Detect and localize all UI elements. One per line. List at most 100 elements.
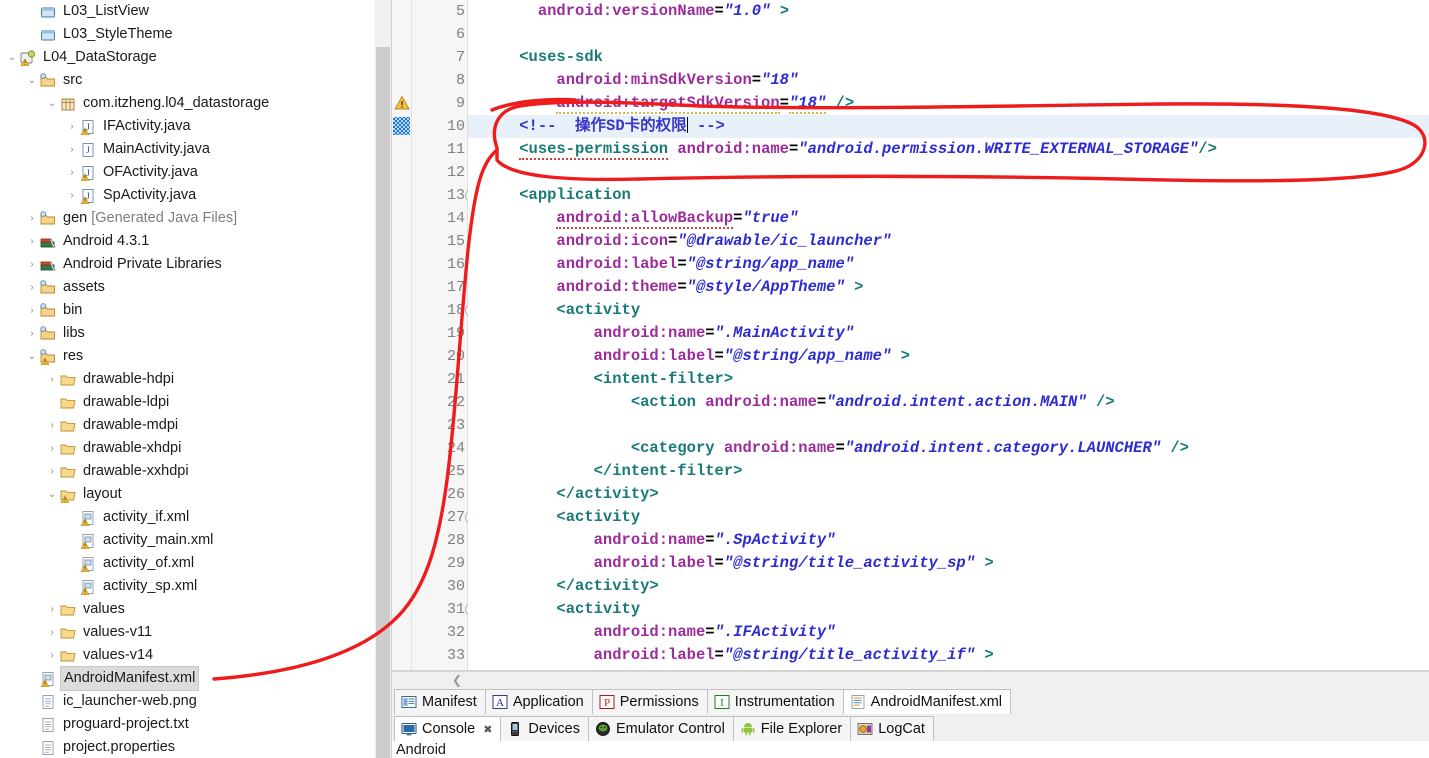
marker-cell-line-10[interactable] (392, 115, 411, 138)
code-line-25[interactable]: </intent-filter> (468, 460, 1429, 483)
chevron-right-icon[interactable]: › (44, 368, 60, 391)
chevron-right-icon[interactable]: › (44, 598, 60, 621)
tree-item-values[interactable]: › values (0, 598, 376, 621)
code-line-27[interactable]: <activity (468, 506, 1429, 529)
marker-cell-line-26[interactable] (392, 483, 411, 506)
tree-item-ofactivity-java[interactable]: › J OFActivity.java (0, 161, 376, 184)
tab-application[interactable]: A Application (484, 689, 593, 715)
editor-code-area[interactable]: android:versionName="1.0" > <uses-sdk an… (468, 0, 1429, 671)
code-line-32[interactable]: android:name=".IFActivity" (468, 621, 1429, 644)
tree-item-libs[interactable]: › libs (0, 322, 376, 345)
code-line-28[interactable]: android:name=".SpActivity" (468, 529, 1429, 552)
marker-cell-line-29[interactable] (392, 552, 411, 575)
marker-cell-line-5[interactable] (392, 0, 411, 23)
code-line-33[interactable]: android:label="@string/title_activity_if… (468, 644, 1429, 667)
code-line-14[interactable]: android:allowBackup="true" (468, 207, 1429, 230)
code-line-13[interactable]: <application (468, 184, 1429, 207)
tree-item-ifactivity-java[interactable]: › J IFActivity.java (0, 115, 376, 138)
code-line-11[interactable]: <uses-permission android:name="android.p… (468, 138, 1429, 161)
tree-item-res[interactable]: ⌄ res (0, 345, 376, 368)
code-line-21[interactable]: <intent-filter> (468, 368, 1429, 391)
project-tree[interactable]: L03_ListView L03_StyleTheme ⌄ L04_DataStora… (0, 0, 376, 758)
editor-marker-bar[interactable] (392, 0, 412, 671)
tree-item-drawable-xxhdpi[interactable]: › drawable-xxhdpi (0, 460, 376, 483)
sidebar-scrollbar-track[interactable] (375, 0, 391, 758)
tree-item-activity-sp-xml[interactable]: activity_sp.xml (0, 575, 376, 598)
chevron-right-icon[interactable]: › (44, 644, 60, 667)
chevron-right-icon[interactable]: › (44, 437, 60, 460)
tab-permissions[interactable]: P Permissions (591, 689, 708, 715)
tree-item-assets[interactable]: › assets (0, 276, 376, 299)
sidebar-scrollbar-thumb[interactable] (376, 47, 390, 758)
code-line-26[interactable]: </activity> (468, 483, 1429, 506)
tree-item-proguard-project-txt[interactable]: proguard-project.txt (0, 713, 376, 736)
chevron-right-icon[interactable]: › (44, 414, 60, 437)
tree-item-android-private-libraries[interactable]: › Android Private Libraries (0, 253, 376, 276)
tree-item-com-itzheng-l04-datastorage[interactable]: ⌄ com.itzheng.l04_datastorage (0, 92, 376, 115)
tree-item-l03-listview[interactable]: L03_ListView (0, 0, 376, 23)
tree-item-layout[interactable]: ⌄ layout (0, 483, 376, 506)
chevron-right-icon[interactable]: › (24, 276, 40, 299)
marker-cell-line-30[interactable] (392, 575, 411, 598)
code-line-8[interactable]: android:minSdkVersion="18" (468, 69, 1429, 92)
tree-item-activity-main-xml[interactable]: activity_main.xml (0, 529, 376, 552)
marker-cell-line-33[interactable] (392, 644, 411, 667)
chevron-right-icon[interactable]: › (44, 621, 60, 644)
tree-item-spactivity-java[interactable]: › J SpActivity.java (0, 184, 376, 207)
chevron-right-icon[interactable]: › (64, 115, 80, 138)
code-line-20[interactable]: android:label="@string/app_name" > (468, 345, 1429, 368)
code-line-6[interactable] (468, 23, 1429, 46)
tab-devices[interactable]: Devices (500, 716, 589, 742)
chevron-right-icon[interactable]: › (24, 230, 40, 253)
marker-cell-line-23[interactable] (392, 414, 411, 437)
tree-item-l03-styletheme[interactable]: L03_StyleTheme (0, 23, 376, 46)
manifest-editor-tabbar[interactable]: Manifest A Application P Permissions I Instrum… (392, 687, 1429, 715)
code-line-24[interactable]: <category android:name="android.intent.c… (468, 437, 1429, 460)
tree-item-drawable-ldpi[interactable]: drawable-ldpi (0, 391, 376, 414)
tree-item-drawable-mdpi[interactable]: › drawable-mdpi (0, 414, 376, 437)
tree-item-bin[interactable]: › bin (0, 299, 376, 322)
marker-cell-line-20[interactable] (392, 345, 411, 368)
marker-cell-line-19[interactable] (392, 322, 411, 345)
marker-cell-line-24[interactable] (392, 437, 411, 460)
console-tabbar[interactable]: Console ✖ Devices Emulator Control File Expl… (392, 714, 1429, 742)
tree-item-gen-generated-java-files[interactable]: › gen [Generated Java Files] (0, 207, 376, 230)
tree-item-l04-datastorage[interactable]: ⌄ L04_DataStorage (0, 46, 376, 69)
code-line-31[interactable]: <activity (468, 598, 1429, 621)
chevron-right-icon[interactable]: › (64, 184, 80, 207)
tab-console[interactable]: Console ✖ (394, 716, 502, 742)
code-line-30[interactable]: </activity> (468, 575, 1429, 598)
chevron-down-icon[interactable]: ⌄ (44, 483, 60, 506)
tree-item-activity-of-xml[interactable]: activity_of.xml (0, 552, 376, 575)
chevron-down-icon[interactable]: ⌄ (24, 345, 40, 368)
tree-item-drawable-xhdpi[interactable]: › drawable-xhdpi (0, 437, 376, 460)
marker-cell-line-17[interactable] (392, 276, 411, 299)
code-line-23[interactable] (468, 414, 1429, 437)
code-line-15[interactable]: android:icon="@drawable/ic_launcher" (468, 230, 1429, 253)
tree-item-project-properties[interactable]: project.properties (0, 736, 376, 758)
marker-cell-line-6[interactable] (392, 23, 411, 46)
chevron-right-icon[interactable]: › (24, 253, 40, 276)
marker-cell-line-27[interactable] (392, 506, 411, 529)
chevron-right-icon[interactable]: › (24, 322, 40, 345)
tab-instrumentation[interactable]: I Instrumentation (706, 689, 844, 715)
code-line-7[interactable]: <uses-sdk (468, 46, 1429, 69)
tree-item-values-v14[interactable]: › values-v14 (0, 644, 376, 667)
editor-horizontal-scrollbar[interactable]: ❮ (392, 671, 1429, 688)
code-line-16[interactable]: android:label="@string/app_name" (468, 253, 1429, 276)
code-line-22[interactable]: <action android:name="android.intent.act… (468, 391, 1429, 414)
chevron-down-icon[interactable]: ⌄ (44, 92, 60, 115)
chevron-right-icon[interactable]: › (44, 460, 60, 483)
code-line-18[interactable]: <activity (468, 299, 1429, 322)
marker-cell-line-28[interactable] (392, 529, 411, 552)
close-icon[interactable]: ✖ (483, 723, 492, 736)
code-line-9[interactable]: android:targetSdkVersion="18" /> (468, 92, 1429, 115)
code-line-5[interactable]: android:versionName="1.0" > (468, 0, 1429, 23)
chevron-right-icon[interactable]: › (64, 161, 80, 184)
tree-item-values-v11[interactable]: › values-v11 (0, 621, 376, 644)
tree-item-androidmanifest-xml[interactable]: AndroidManifest.xml (0, 666, 376, 691)
chevron-right-icon[interactable]: › (24, 299, 40, 322)
marker-cell-line-8[interactable] (392, 69, 411, 92)
marker-cell-line-31[interactable] (392, 598, 411, 621)
code-line-19[interactable]: android:name=".MainActivity" (468, 322, 1429, 345)
